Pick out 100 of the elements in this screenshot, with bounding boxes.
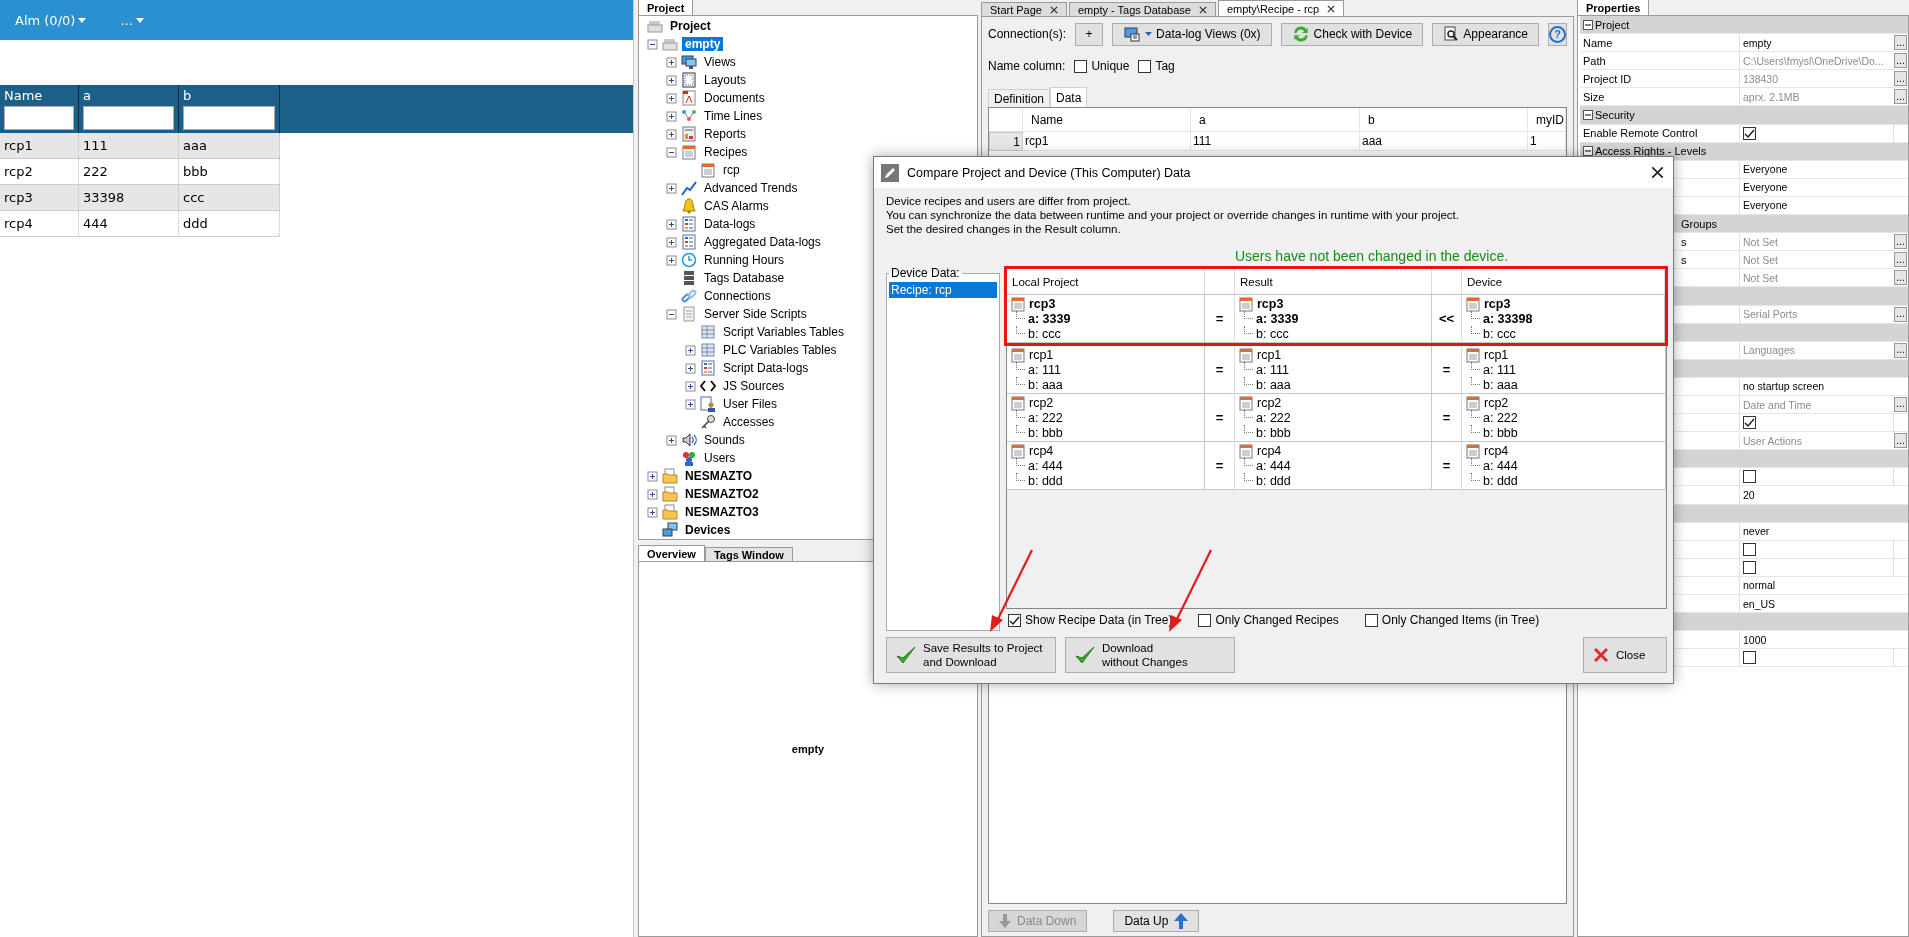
expand-icon[interactable]	[647, 488, 658, 500]
collapse-icon[interactable]	[666, 146, 677, 158]
tree-item[interactable]: Advanced Trends	[701, 181, 801, 195]
tree-item[interactable]: JS Sources	[720, 379, 788, 393]
editor-tab[interactable]: empty - Tags Database	[1069, 2, 1216, 16]
data-button[interactable]: Data Up	[1113, 910, 1200, 932]
tree-item[interactable]: Time Lines	[701, 109, 766, 123]
checkbox[interactable]: Only Changed Recipes	[1198, 613, 1339, 627]
subtab[interactable]: Data	[1050, 87, 1088, 107]
editor-tab[interactable]: Start Page	[981, 2, 1067, 16]
checkbox[interactable]: Only Changed Items (in Tree)	[1364, 613, 1540, 627]
panel-tab[interactable]: Project	[638, 0, 694, 15]
tree-item[interactable]: Script Data-logs	[720, 361, 812, 375]
close-icon[interactable]	[1050, 5, 1058, 14]
panel-tab[interactable]: Tags Window	[704, 547, 793, 561]
tree-item[interactable]: Running Hours	[701, 253, 788, 267]
tree-item[interactable]: Reports	[701, 127, 750, 141]
checkbox[interactable]	[1743, 416, 1756, 430]
tree-item[interactable]: NESMAZTO2	[682, 487, 762, 501]
browse-button[interactable]: ...	[1894, 252, 1907, 268]
menu-dropdown[interactable]: Alm (0/0)	[15, 12, 87, 28]
expand-icon[interactable]	[666, 182, 677, 194]
tree-item[interactable]: NESMAZTO3	[682, 505, 762, 519]
appearance-button[interactable]: Appearance	[1432, 22, 1539, 46]
tree-item[interactable]: Aggregated Data-logs	[701, 235, 824, 249]
browse-button[interactable]: ...	[1894, 433, 1907, 449]
tree-item[interactable]: Sounds	[701, 433, 748, 447]
expand-icon[interactable]	[666, 128, 677, 140]
panel-tab[interactable]: Overview	[638, 545, 705, 561]
browse-button[interactable]: ...	[1894, 71, 1907, 87]
expand-icon[interactable]	[685, 380, 696, 392]
tree-item[interactable]: CAS Alarms	[701, 199, 772, 213]
tree-item[interactable]: Views	[701, 55, 739, 69]
expand-icon[interactable]	[685, 344, 696, 356]
tree-item[interactable]: Tags Database	[701, 271, 788, 285]
tree-item[interactable]: empty	[682, 37, 724, 51]
checkbox[interactable]: Tag	[1138, 59, 1175, 73]
collapse-icon[interactable]	[1583, 19, 1593, 30]
expand-icon[interactable]	[666, 56, 677, 68]
browse-button[interactable]: ...	[1894, 306, 1907, 322]
browse-button[interactable]: ...	[1894, 342, 1907, 358]
collapse-icon[interactable]	[647, 38, 658, 50]
tree-item[interactable]: User Files	[720, 397, 780, 411]
expand-icon[interactable]	[647, 470, 658, 482]
tree-item[interactable]: NESMAZTO	[682, 469, 756, 483]
filter-field[interactable]	[4, 106, 74, 130]
tree-item[interactable]: Devices	[682, 523, 734, 537]
tree-item[interactable]: Layouts	[701, 73, 750, 87]
expand-icon[interactable]	[647, 506, 658, 518]
property-group[interactable]: Project	[1580, 16, 1908, 34]
dialog-button[interactable]: Download without Changes	[1065, 637, 1235, 673]
checkbox[interactable]	[1743, 542, 1756, 556]
tree-item[interactable]: PLC Variables Tables	[720, 343, 840, 357]
dialog-button[interactable]: Save Results to Project and Download	[886, 637, 1056, 673]
filter-field[interactable]	[183, 106, 275, 130]
property-group[interactable]: Security	[1580, 106, 1908, 124]
panel-tab[interactable]: Properties	[1577, 0, 1650, 15]
subtab[interactable]: Definition	[988, 89, 1051, 107]
expand-icon[interactable]	[666, 110, 677, 122]
check-device-button[interactable]: Check with Device	[1280, 22, 1424, 46]
browse-button[interactable]: ...	[1894, 53, 1907, 69]
property-group[interactable]: Access Rights - Levels	[1580, 142, 1908, 160]
expand-icon[interactable]	[685, 362, 696, 374]
tree-item[interactable]: Recipes	[701, 145, 751, 159]
tree-item[interactable]: Documents	[701, 91, 768, 105]
expand-icon[interactable]	[666, 218, 677, 230]
expand-icon[interactable]	[666, 92, 677, 104]
collapse-icon[interactable]	[666, 308, 677, 320]
filter-field[interactable]	[83, 106, 174, 130]
data-log-views-button[interactable]: Data-log Views (0x)	[1112, 22, 1272, 46]
tree-item[interactable]: Script Variables Tables	[720, 325, 847, 339]
add-button[interactable]: +	[1075, 22, 1104, 46]
collapse-icon[interactable]	[1583, 146, 1593, 157]
expand-icon[interactable]	[666, 236, 677, 248]
device-data-item[interactable]: Recipe: rcp	[889, 282, 997, 298]
expand-icon[interactable]	[666, 254, 677, 266]
close-icon[interactable]	[1651, 166, 1664, 179]
checkbox[interactable]: Unique	[1074, 59, 1130, 73]
browse-button[interactable]: ...	[1894, 234, 1907, 250]
checkbox[interactable]	[1743, 126, 1756, 140]
expand-icon[interactable]	[666, 74, 677, 86]
browse-button[interactable]: ...	[1894, 35, 1907, 51]
help-button[interactable]: ?	[1548, 22, 1567, 46]
tree-item[interactable]: Users	[701, 451, 739, 465]
close-icon[interactable]	[1198, 5, 1207, 14]
close-icon[interactable]	[1327, 4, 1336, 13]
checkbox[interactable]	[1743, 470, 1756, 484]
tree-item[interactable]: Server Side Scripts	[701, 307, 810, 321]
tree-item[interactable]: Data-logs	[701, 217, 759, 231]
checkbox[interactable]	[1743, 560, 1756, 574]
tree-item[interactable]: Connections	[701, 289, 774, 303]
expand-icon[interactable]	[685, 398, 696, 410]
tree-item[interactable]: rcp	[720, 163, 743, 177]
editor-tab[interactable]: empty\Recipe - rcp	[1217, 0, 1345, 16]
browse-button[interactable]: ...	[1894, 89, 1907, 105]
collapse-icon[interactable]	[1583, 110, 1593, 120]
expand-icon[interactable]	[666, 434, 677, 446]
browse-button[interactable]: ...	[1894, 396, 1907, 412]
close-button[interactable]: Close	[1583, 637, 1667, 673]
menu-dropdown[interactable]: ...	[120, 12, 144, 28]
